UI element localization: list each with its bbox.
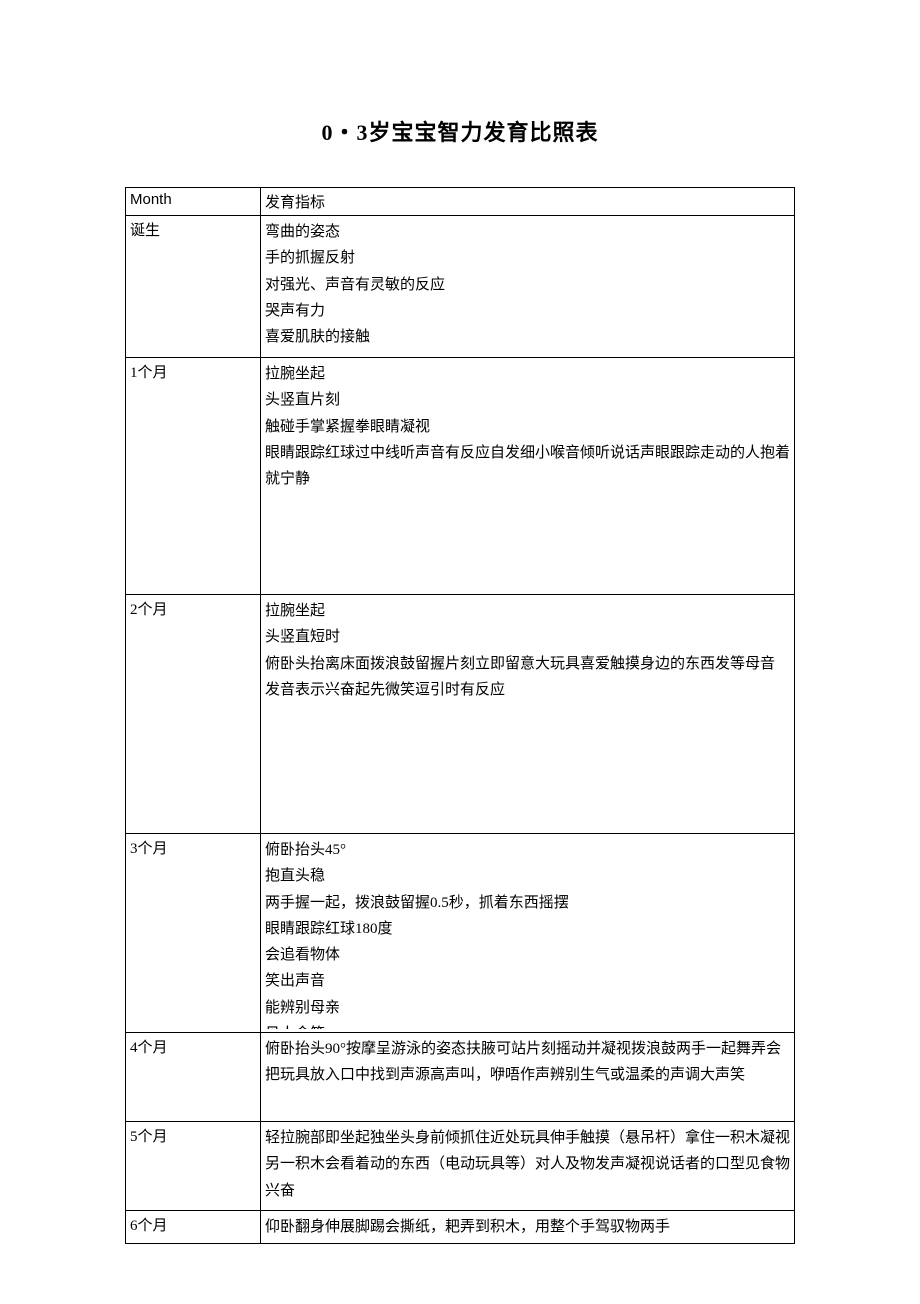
cell-indicator: 拉腕坐起头竖直片刻触碰手掌紧握拳眼睛凝视眼睛跟踪红球过中线听声音有反应自发细小喉…: [261, 358, 795, 595]
indicator-line: 两手握一起，拨浪鼓留握0.5秒，抓着东西摇摆: [265, 890, 790, 916]
table-body: Month发育指标诞生弯曲的姿态手的抓握反射对强光、声音有灵敏的反应哭声有力喜爱…: [126, 188, 795, 1244]
indicator-line: 触碰手掌紧握拳眼睛凝视: [265, 414, 790, 440]
header-indicator: 发育指标: [261, 188, 795, 216]
indicator-line: 对强光、声音有灵敏的反应: [265, 272, 790, 298]
development-table: Month发育指标诞生弯曲的姿态手的抓握反射对强光、声音有灵敏的反应哭声有力喜爱…: [125, 187, 795, 1244]
cell-month: 3个月: [126, 834, 261, 1033]
table-row: 6个月仰卧翻身伸展脚踢会撕纸，耙弄到积木，用整个手驾驭物两手: [126, 1211, 795, 1244]
indicator-line: 俯卧抬头45°: [265, 837, 790, 863]
indicator-text: 俯卧抬头90°按摩呈游泳的姿态扶腋可站片刻摇动并凝视拨浪鼓两手一起舞弄会把玩具放…: [265, 1036, 790, 1089]
indicator-text: 仰卧翻身伸展脚踢会撕纸，耙弄到积木，用整个手驾驭物两手: [265, 1214, 790, 1240]
indicator-line: 眼睛跟踪红球过中线听声音有反应自发细小喉音倾听说话声眼跟踪走动的人抱着就宁静: [265, 440, 790, 493]
cell-month: 5个月: [126, 1122, 261, 1211]
indicator-line: 眼睛跟踪红球180度: [265, 916, 790, 942]
cell-indicator: 俯卧抬头45°抱直头稳两手握一起，拨浪鼓留握0.5秒，抓着东西摇摆眼睛跟踪红球1…: [261, 834, 795, 1033]
cell-month: 4个月: [126, 1033, 261, 1122]
indicator-line: 手的抓握反射: [265, 245, 790, 271]
indicator-line: 俯卧头抬离床面拨浪鼓留握片刻立即留意大玩具喜爱触摸身边的东西发等母音: [265, 651, 790, 677]
page-title: 0・3岁宝宝智力发育比照表: [125, 115, 795, 147]
indicator-line: 拉腕坐起: [265, 361, 790, 387]
cell-month: 1个月: [126, 358, 261, 595]
cell-indicator: 仰卧翻身伸展脚踢会撕纸，耙弄到积木，用整个手驾驭物两手: [261, 1211, 795, 1244]
cell-indicator: 弯曲的姿态手的抓握反射对强光、声音有灵敏的反应哭声有力喜爱肌肤的接触: [261, 216, 795, 358]
indicator-line: 发音表示兴奋起先微笑逗引时有反应: [265, 677, 790, 703]
table-row: 5个月轻拉腕部即坐起独坐头身前倾抓住近处玩具伸手触摸（悬吊杆）拿住一积木凝视另一…: [126, 1122, 795, 1211]
indicator-line: 抱直头稳: [265, 863, 790, 889]
indicator-line: 会追看物体: [265, 942, 790, 968]
indicator-line: 喜爱肌肤的接触: [265, 324, 790, 350]
indicator-line: 哭声有力: [265, 298, 790, 324]
table-row: 3个月俯卧抬头45°抱直头稳两手握一起，拨浪鼓留握0.5秒，抓着东西摇摆眼睛跟踪…: [126, 834, 795, 1033]
table-row: 诞生弯曲的姿态手的抓握反射对强光、声音有灵敏的反应哭声有力喜爱肌肤的接触: [126, 216, 795, 358]
indicator-text: 轻拉腕部即坐起独坐头身前倾抓住近处玩具伸手触摸（悬吊杆）拿住一积木凝视另一积木会…: [265, 1125, 790, 1204]
table-row: 2个月拉腕坐起头竖直短时俯卧头抬离床面拨浪鼓留握片刻立即留意大玩具喜爱触摸身边的…: [126, 595, 795, 834]
indicator-line: 笑出声音: [265, 968, 790, 994]
table-row: 4个月俯卧抬头90°按摩呈游泳的姿态扶腋可站片刻摇动并凝视拨浪鼓两手一起舞弄会把…: [126, 1033, 795, 1122]
indicator-line: 见人会笑: [265, 1021, 790, 1029]
table-row: 1个月拉腕坐起头竖直片刻触碰手掌紧握拳眼睛凝视眼睛跟踪红球过中线听声音有反应自发…: [126, 358, 795, 595]
header-month: Month: [126, 188, 261, 216]
indicator-line: 拉腕坐起: [265, 598, 790, 624]
table-header-row: Month发育指标: [126, 188, 795, 216]
cell-month: 2个月: [126, 595, 261, 834]
cell-indicator: 拉腕坐起头竖直短时俯卧头抬离床面拨浪鼓留握片刻立即留意大玩具喜爱触摸身边的东西发…: [261, 595, 795, 834]
indicator-line: 头竖直短时: [265, 624, 790, 650]
cell-month: 诞生: [126, 216, 261, 358]
cell-indicator: 轻拉腕部即坐起独坐头身前倾抓住近处玩具伸手触摸（悬吊杆）拿住一积木凝视另一积木会…: [261, 1122, 795, 1211]
indicator-line: 能辨别母亲: [265, 995, 790, 1021]
indicator-line: 头竖直片刻: [265, 387, 790, 413]
indicator-line: 弯曲的姿态: [265, 219, 790, 245]
cell-month: 6个月: [126, 1211, 261, 1244]
cell-indicator: 俯卧抬头90°按摩呈游泳的姿态扶腋可站片刻摇动并凝视拨浪鼓两手一起舞弄会把玩具放…: [261, 1033, 795, 1122]
